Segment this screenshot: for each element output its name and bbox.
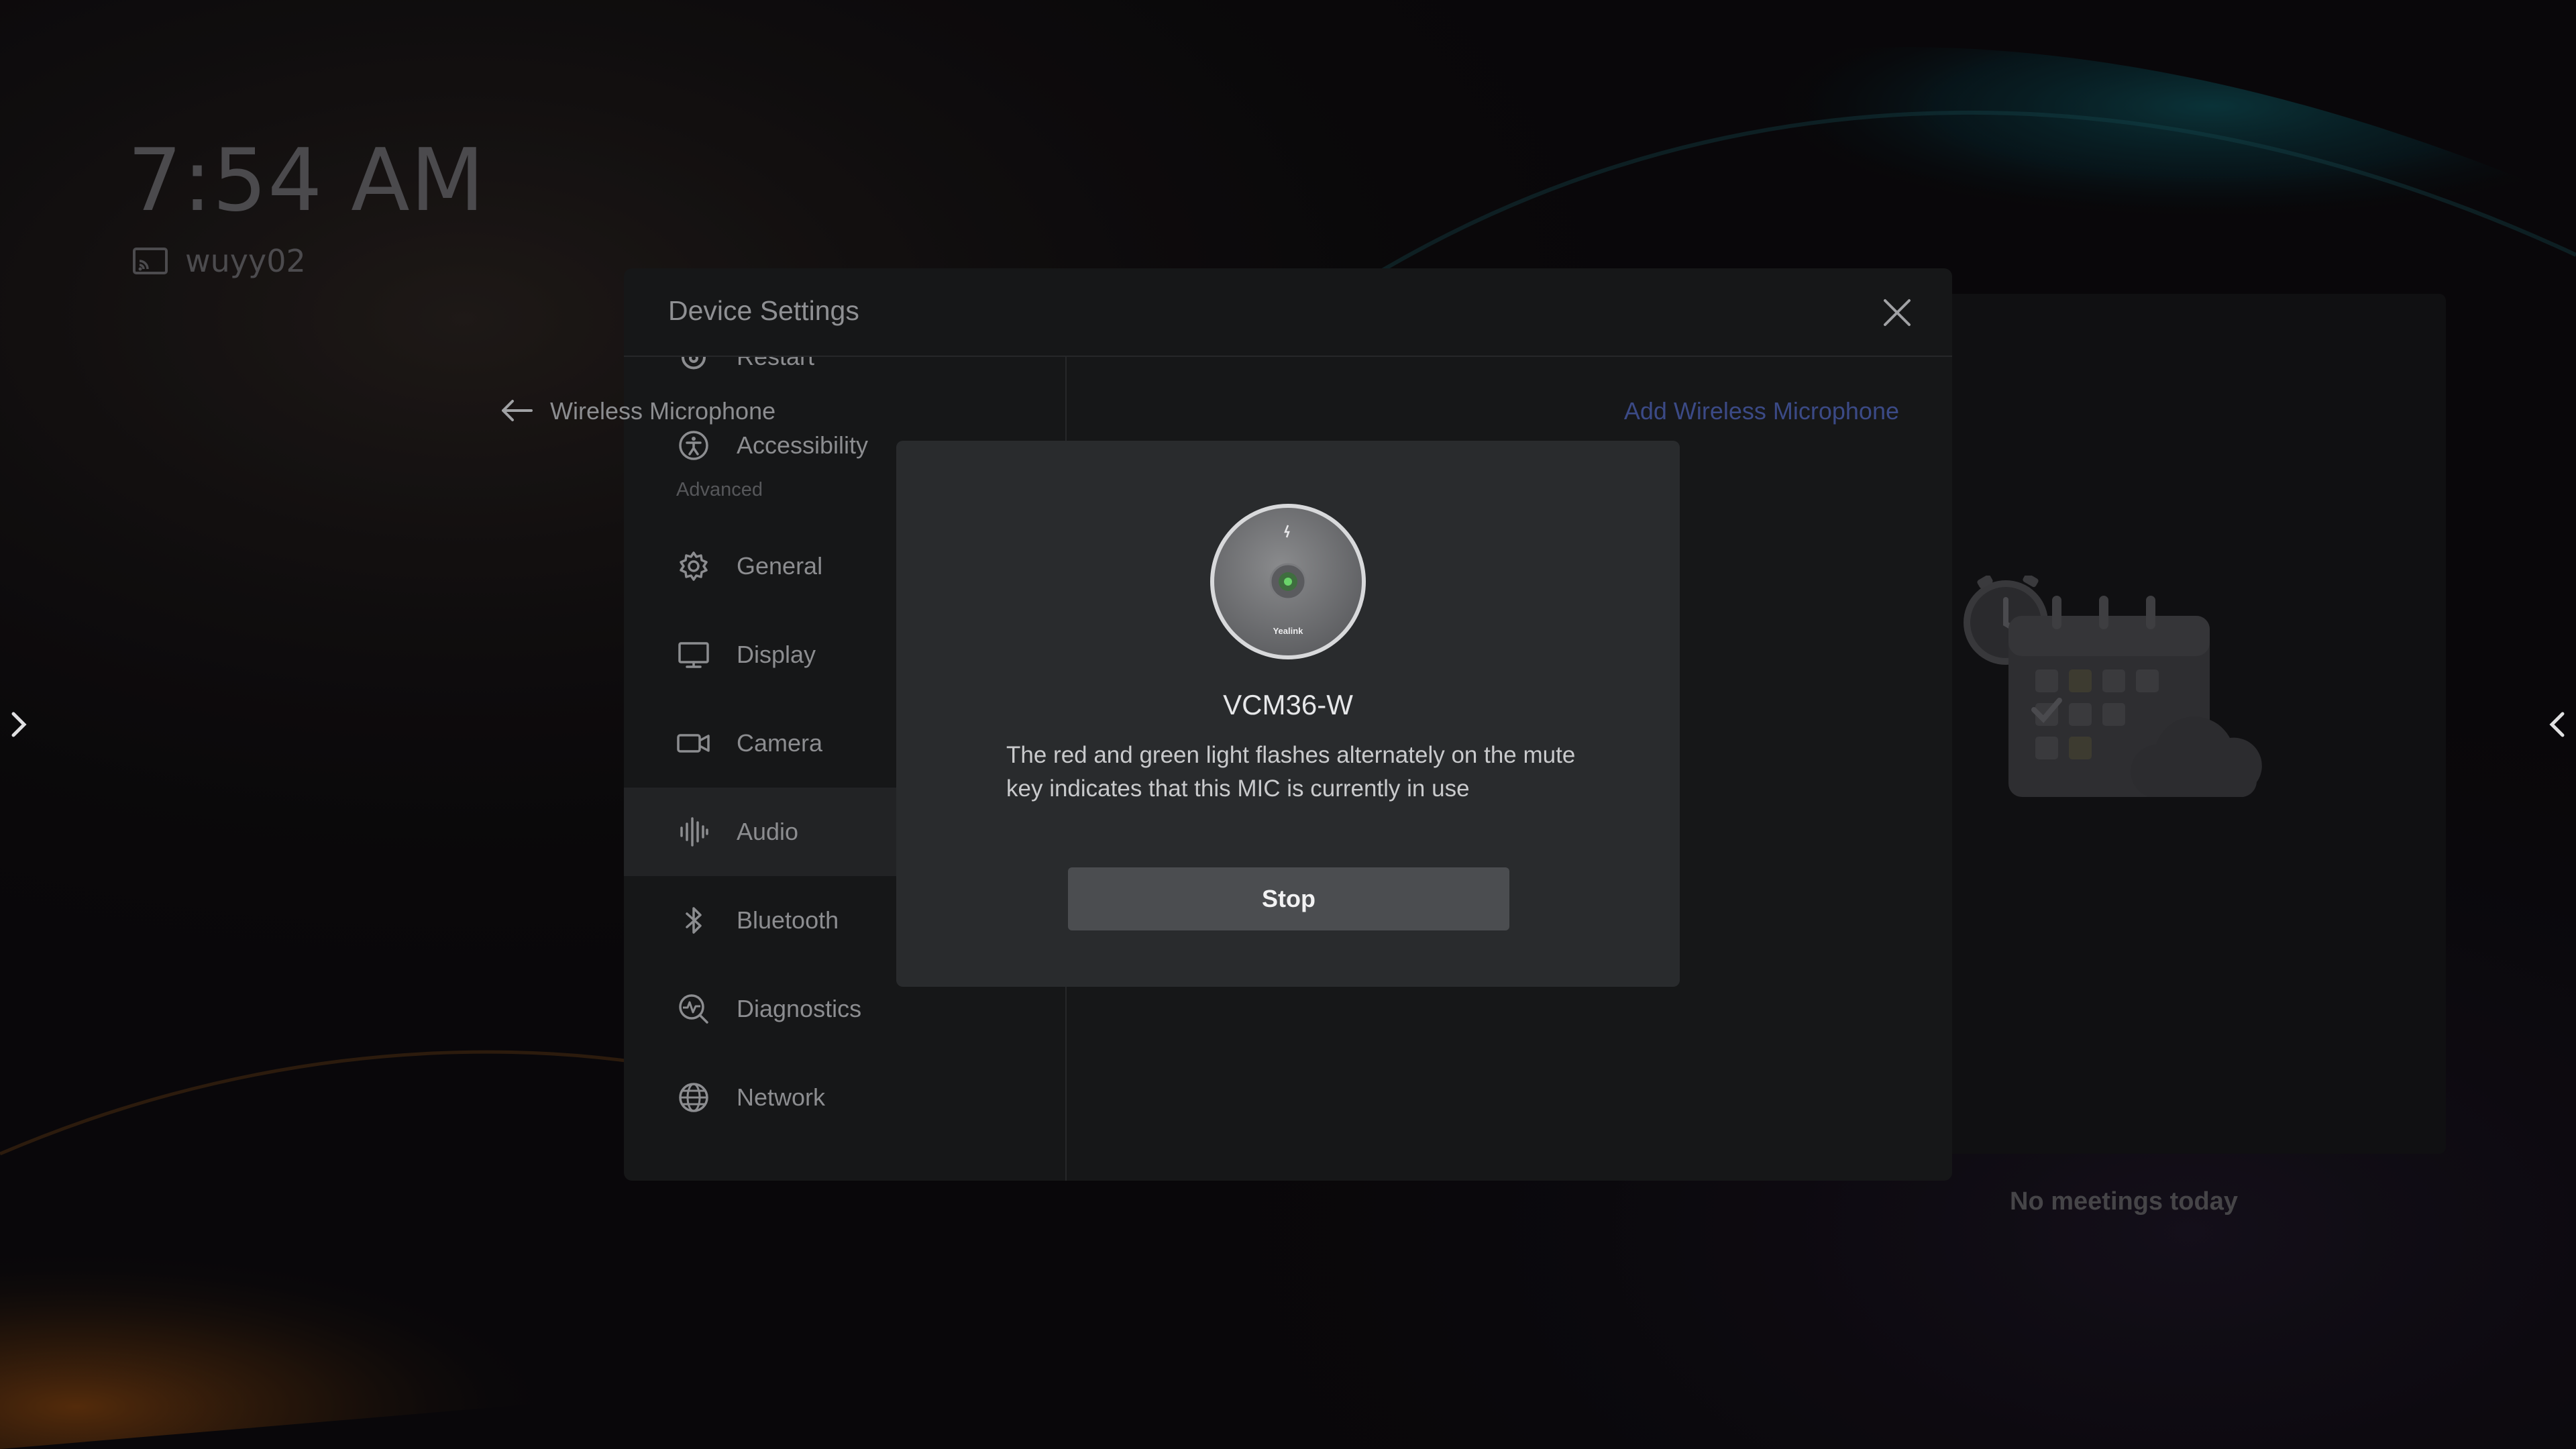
camera-icon — [676, 726, 711, 761]
section-label-advanced: Advanced — [676, 479, 763, 500]
modal-header: Device Settings — [624, 268, 1952, 357]
sidebar-item-label: Diagnostics — [737, 995, 862, 1022]
accessibility-icon — [676, 428, 711, 463]
gear-icon — [676, 549, 711, 584]
close-icon — [1884, 299, 1911, 326]
sidebar-item-label: Camera — [737, 729, 823, 757]
mic-status-description: The red and green light flashes alternat… — [1006, 742, 1576, 802]
sidebar-item-label: General — [737, 552, 823, 580]
no-meetings-text: No meetings today — [2010, 1187, 2238, 1216]
page-title: Wireless Microphone — [550, 397, 776, 425]
screen-cast-icon — [133, 248, 168, 274]
clock-time: 7:54 AM — [127, 131, 486, 231]
bluetooth-icon — [676, 903, 711, 938]
diagnostics-icon — [676, 991, 711, 1026]
arrow-left-icon — [502, 400, 533, 421]
sidebar-item-network[interactable]: Network — [624, 1053, 1065, 1142]
microphone-in-use-dialog: Yealink VCM36-W The red and green light … — [896, 441, 1680, 987]
chevron-right-icon — [11, 712, 27, 737]
sidebar-item-label: Network — [737, 1083, 826, 1111]
calendar-card: No meetings today — [1932, 294, 2446, 1216]
globe-icon — [676, 1080, 711, 1115]
close-button[interactable] — [1876, 291, 1919, 334]
sidebar-item-label: Audio — [737, 818, 799, 845]
back-button[interactable] — [496, 390, 537, 431]
chevron-left-icon — [2549, 712, 2565, 737]
calendar-illustration — [1964, 576, 2262, 797]
add-wireless-microphone-link[interactable]: Add Wireless Microphone — [1624, 397, 1899, 425]
device-name: wuyy02 — [185, 243, 306, 279]
sidebar-item-restart[interactable]: Restart — [624, 357, 1065, 401]
sidebar-item-label: Accessibility — [737, 431, 869, 459]
modal-title: Device Settings — [668, 295, 859, 326]
device-info: wuyy02 — [131, 243, 306, 279]
microphone-image: Yealink — [1210, 504, 1366, 659]
stop-button[interactable]: Stop — [1068, 867, 1509, 930]
sidebar-item-label: Display — [737, 641, 816, 668]
sidebar-item-label: Bluetooth — [737, 906, 839, 934]
sidebar-item-label: Restart — [737, 357, 814, 371]
monitor-icon — [676, 637, 711, 672]
restart-icon — [676, 357, 711, 374]
mic-model-name: VCM36-W — [1223, 689, 1353, 720]
audio-wave-icon — [676, 814, 711, 849]
mic-brand-label: Yealink — [1273, 626, 1304, 636]
